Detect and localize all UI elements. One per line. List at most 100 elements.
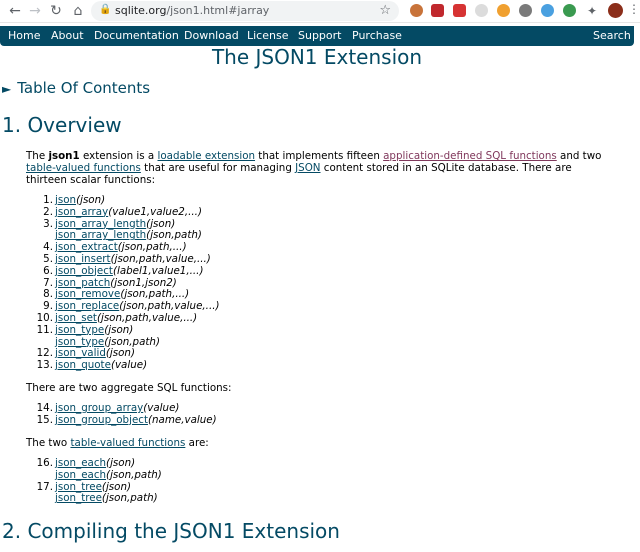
link-table-valued-functions-2[interactable]: table-valued functions [70, 437, 185, 449]
function-args: (json,path) [106, 468, 162, 481]
function-args: (name,value) [147, 413, 217, 426]
link-application-defined-sql-functions[interactable]: application-defined SQL functions [383, 150, 557, 162]
function-link[interactable]: json_extract [55, 241, 118, 253]
function-args: (value) [110, 359, 148, 372]
function-link[interactable]: json_set [55, 312, 97, 324]
nav-home[interactable]: Home [8, 29, 40, 42]
section-heading-overview: 1. Overview [2, 113, 122, 137]
nav-search[interactable]: Search [593, 29, 631, 42]
function-args: (label1,value1,...) [112, 264, 204, 277]
list-number: 2. [43, 205, 53, 218]
extension-icon-3[interactable] [453, 4, 466, 17]
list-number: 6. [43, 264, 53, 277]
table-of-contents-toggle[interactable]: ► Table Of Contents [2, 79, 150, 97]
reload-icon[interactable]: ↻ [47, 2, 65, 20]
list-number: 10. [36, 311, 53, 324]
function-link[interactable]: json_type [55, 324, 104, 336]
function-args: (json) [104, 323, 134, 336]
function-link[interactable]: json_each [55, 469, 106, 481]
function-args: (value1,value2,...) [108, 205, 202, 218]
function-args: (json,path) [104, 335, 160, 348]
function-link[interactable]: json_type [55, 336, 104, 348]
function-args: (json,path,...) [117, 241, 187, 254]
extension-icon-1[interactable] [410, 4, 423, 17]
function-args: (json) [146, 217, 176, 230]
function-args: (value) [143, 402, 180, 414]
function-link[interactable]: json_tree [55, 481, 102, 493]
function-link[interactable]: json_array_length [55, 218, 146, 230]
profile-avatar[interactable] [608, 3, 623, 18]
aggregate-function-list: 14. json_group_array(value) 15. json_group_… [33, 402, 217, 427]
scalar-function-list: 1. json(json) 2. json_array(value1,value2,.… [33, 194, 220, 372]
site-nav-bar: Home About Documentation Download Licens… [0, 26, 634, 46]
table-function-list: 16. json_each(json) json_each(json,path) 17… [33, 457, 162, 505]
section-heading-compiling: 2. Compiling the JSON1 Extension [2, 519, 340, 543]
function-args: (json,path,value,...) [96, 311, 198, 324]
extension-icon-5[interactable] [497, 4, 510, 17]
nav-about[interactable]: About [51, 29, 84, 42]
forward-arrow-icon[interactable]: → [26, 2, 44, 20]
function-list-item: 15. json_group_object(name,value) [33, 413, 217, 427]
function-link[interactable]: json_quote [55, 359, 111, 371]
extension-icon-4[interactable] [475, 4, 488, 17]
function-link[interactable]: json_replace [55, 300, 119, 312]
function-args: (json,path) [101, 492, 158, 505]
nav-download[interactable]: Download [184, 29, 239, 42]
list-number: 3. [43, 217, 53, 230]
list-number: 17. [36, 480, 53, 493]
url-text[interactable]: sqlite.org/json1.html#jarray [115, 4, 269, 17]
bookmark-star-icon[interactable]: ☆ [379, 3, 391, 18]
function-link[interactable]: json [55, 194, 76, 206]
overview-intro: The json1 extension is a loadable extens… [26, 150, 602, 186]
menu-kebab-icon[interactable]: ⋮ [628, 2, 640, 16]
link-table-valued-functions[interactable]: table-valued functions [26, 162, 141, 174]
function-link[interactable]: json_group_object [55, 414, 148, 426]
function-link[interactable]: json_array [55, 206, 108, 218]
function-link[interactable]: json_object [55, 265, 113, 277]
function-link[interactable]: json_valid [55, 347, 106, 359]
aggregate-intro: There are two aggregate SQL functions: [26, 382, 232, 394]
function-link[interactable]: json_each [55, 457, 106, 469]
function-args: (json1,json2) [110, 276, 177, 289]
nav-documentation[interactable]: Documentation [94, 29, 179, 42]
function-list-item: 13. json_quote(value) [33, 359, 220, 372]
nav-license[interactable]: License [247, 29, 288, 42]
lock-icon: 🔒 [99, 4, 112, 15]
function-args: (json,path,...) [120, 288, 190, 301]
function-link[interactable]: json_insert [55, 253, 111, 265]
function-link[interactable]: json_tree [55, 492, 102, 504]
nav-purchase[interactable]: Purchase [352, 29, 402, 42]
list-number: 11. [36, 323, 53, 336]
tvf-intro: The two table-valued functions are: [26, 437, 209, 449]
address-bar[interactable]: 🔒 sqlite.org/json1.html#jarray ☆ [91, 1, 399, 21]
function-args: (json,path,value,...) [119, 300, 220, 313]
extension-icon-6[interactable] [519, 4, 532, 17]
function-link[interactable]: json_group_array [55, 402, 143, 414]
list-number: 16. [36, 457, 53, 469]
function-link[interactable]: json_remove [55, 288, 120, 300]
link-json[interactable]: JSON [295, 162, 320, 174]
function-args: (json) [106, 457, 136, 469]
extension-icon-8[interactable] [563, 4, 576, 17]
function-args: (json) [76, 194, 106, 206]
function-list-item: json_tree(json,path) [33, 492, 162, 505]
nav-support[interactable]: Support [298, 29, 341, 42]
extensions-puzzle-icon[interactable]: ✦ [583, 2, 601, 20]
list-number: 13. [36, 359, 53, 372]
extension-icon-7[interactable] [541, 4, 554, 17]
list-number: 15. [36, 413, 53, 426]
function-link[interactable]: json_patch [55, 277, 110, 289]
home-icon[interactable]: ⌂ [69, 2, 87, 20]
function-link[interactable]: json_array_length [55, 229, 146, 241]
extension-icon-2[interactable] [431, 4, 444, 17]
back-arrow-icon[interactable]: ← [6, 2, 24, 20]
function-args: (json) [105, 347, 135, 360]
toc-label: Table Of Contents [17, 79, 151, 97]
function-args: (json,path) [146, 229, 202, 242]
triangle-right-icon: ► [2, 82, 12, 96]
page-title: The JSON1 Extension [211, 45, 423, 69]
browser-toolbar: ← → ↻ ⌂ 🔒 sqlite.org/json1.html#jarray ☆… [0, 0, 640, 23]
link-loadable-extension[interactable]: loadable extension [158, 150, 256, 162]
function-args: (json,path,value,...) [110, 252, 211, 265]
function-args: (json) [101, 480, 132, 493]
